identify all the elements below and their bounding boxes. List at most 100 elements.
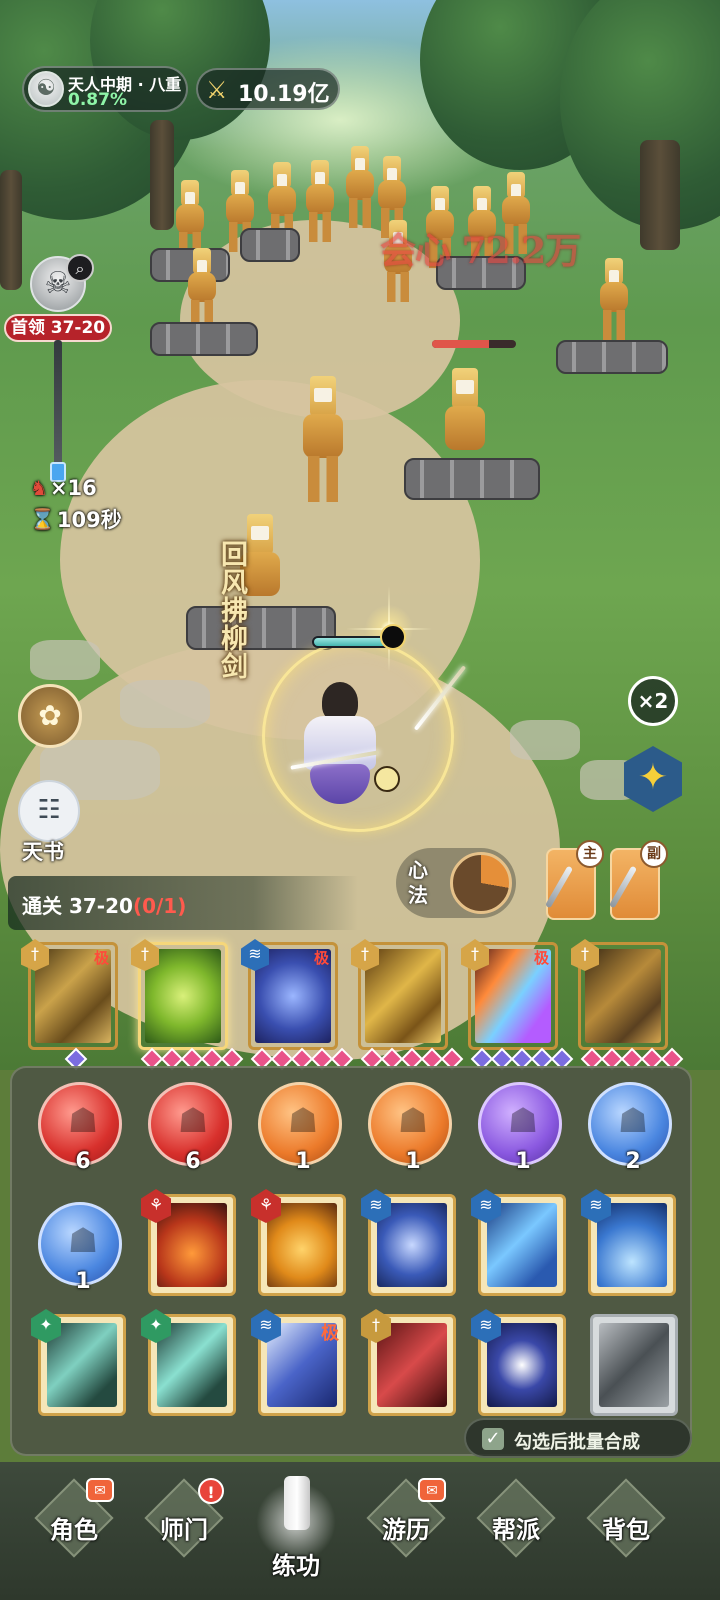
training-dummy [288,376,358,526]
dagger-icon [544,865,574,909]
tree-trunk [640,140,680,250]
nav-0[interactable]: 角色 ✉ [24,1478,124,1572]
stepping-stone [120,680,210,728]
sub-weapon-tag: 副 [640,840,668,868]
skill-cast-name: 回风拂柳剑 [216,540,247,680]
equipped-skill-card[interactable]: † [351,939,464,1071]
figure-silhouette-icon: ☗ [67,1221,99,1261]
timer-value: 109秒 [56,508,122,532]
tianshu-label[interactable]: 天书 [22,836,64,866]
skill-orb[interactable]: ☗ 6 [38,1082,122,1174]
nav-3[interactable]: 游历 ✉ [356,1478,456,1572]
speed-toggle-button[interactable]: ×2 [628,676,678,726]
equipped-skills-row: † 极 † ≋ 极 † † 极 † [21,939,698,1082]
skill-book-card[interactable]: ≋ [581,1189,676,1296]
skill-book-card[interactable] [590,1314,678,1416]
skill-grade: 极 [93,949,109,967]
xinfa-label: 心法 [408,858,428,907]
orb-count: 1 [405,1149,421,1174]
equipped-skill-card[interactable]: † [571,939,684,1071]
boss-stage-label[interactable]: 首领 37-20 [4,314,112,342]
figure-silhouette-icon: ☗ [507,1101,539,1141]
check-icon[interactable]: ✓ [482,1428,504,1450]
nav-label: 背包 [602,1516,650,1544]
skill-book-card[interactable]: ✦ [31,1309,126,1416]
skill-grade: 极 [313,949,329,967]
skill-book-card[interactable]: ⚘ [141,1189,236,1296]
nav-2[interactable]: 练功 [246,1476,346,1580]
skill-orb[interactable]: ☗ 1 [368,1082,452,1174]
orb-count: 6 [75,1149,91,1174]
energy-orb [374,766,400,792]
figure-silhouette-icon: ☗ [287,1101,319,1141]
equipped-skill-card[interactable]: ≋ 极 [241,939,354,1071]
figure-silhouette-icon: ☗ [397,1101,429,1141]
batch-merge-toggle[interactable]: ✓ 勾选后批量合成 [464,1418,692,1458]
realm-avatar-icon: ☯ [28,71,64,107]
player-hero [300,682,390,812]
training-post-icon [284,1476,310,1530]
main-weapon-slot[interactable]: 主 [544,840,604,920]
skill-orb[interactable]: ☗ 1 [478,1082,562,1174]
equipped-skill-card[interactable]: † 极 [21,939,118,1071]
skill-orb[interactable]: ☗ 2 [588,1082,672,1174]
orb-count: 2 [625,1149,641,1174]
combat-power[interactable]: ⚔ 10.19亿 [196,68,340,110]
card-grade: 极 [321,1323,339,1344]
nav-4[interactable]: 帮派 [466,1478,566,1572]
nav-5[interactable]: 背包 [576,1478,676,1572]
sub-weapon-slot[interactable]: 副 [608,840,668,920]
orb-count: 1 [75,1269,91,1294]
skill-book-card[interactable]: † [361,1309,456,1416]
enemy-hp-bar [432,340,516,348]
tree-trunk [0,170,22,290]
demon-head-icon: ♞ [30,476,48,500]
orb-count: 1 [515,1149,531,1174]
loot-bag-button[interactable]: ✿ [18,684,82,748]
skill-orb[interactable]: ☗ 6 [148,1082,232,1174]
figure-silhouette-icon: ☗ [177,1101,209,1141]
realm-indicator[interactable]: ☯ 天人中期 · 八重 0.87% [22,66,188,112]
spiked-roller [240,228,300,262]
training-dummy [300,160,340,250]
money-bag-icon: ✿ [38,699,62,732]
figure-silhouette-icon: ☗ [67,1101,99,1141]
skill-book-card[interactable]: ≋ 极 [251,1309,346,1416]
realm-progress: 0.87% [68,90,127,110]
nav-1[interactable]: 师门! [134,1478,234,1572]
nav-label: 角色 [50,1516,98,1544]
skill-orb[interactable]: ☗ 1 [258,1082,342,1174]
equipped-skill-card[interactable]: † [131,939,244,1071]
skill-book-card[interactable]: ≋ [361,1189,456,1296]
boss-button[interactable]: ☠ ⌕ [26,254,94,316]
sword-type-icon: † [461,939,489,971]
stepping-stone [510,720,580,760]
skill-orb[interactable]: ☗ 1 [38,1202,122,1294]
nav-label: 帮派 [492,1516,540,1544]
orb-count: 1 [295,1149,311,1174]
spiked-roller [556,340,668,374]
card-art [599,1323,669,1407]
figure-silhouette-icon: ☗ [617,1101,649,1141]
equipped-skill-card[interactable]: † 极 [461,939,574,1071]
spiked-roller [404,458,540,500]
combat-power-value: 10.19亿 [238,82,330,107]
alert-icon: ! [198,1478,224,1504]
nav-label: 练功 [272,1552,320,1580]
inventory-panel: ☗ 6 ☗ 6 ☗ 1 ☗ 1 ☗ 1 ☗ 2 ☗ 1 ⚘ ⚘ ≋ ≋ ≋ ✦ ✦ ≋ 极 † ≋ [10,1066,692,1456]
skill-grade: 极 [533,949,549,967]
sword-type-icon: † [571,939,599,971]
hourglass-icon: ⌛ [30,507,55,531]
skill-book-card[interactable]: ⚘ [251,1189,346,1296]
skill-book-card[interactable]: ≋ [471,1309,566,1416]
stage-clear-label: 通关 37-20 [22,894,133,918]
magnifier-icon: ⌕ [66,254,94,282]
kill-counter: ♞ ×16 [30,476,97,500]
skill-book-card[interactable]: ≋ [471,1189,566,1296]
skill-book-card[interactable]: ✦ [141,1309,236,1416]
orb-count: 6 [185,1149,201,1174]
tianshu-button[interactable]: ☷ [18,780,80,842]
stage-progress-track [54,340,62,470]
xinfa-cooldown-disc[interactable] [450,852,512,914]
envelope-icon: ✉ [418,1478,446,1502]
